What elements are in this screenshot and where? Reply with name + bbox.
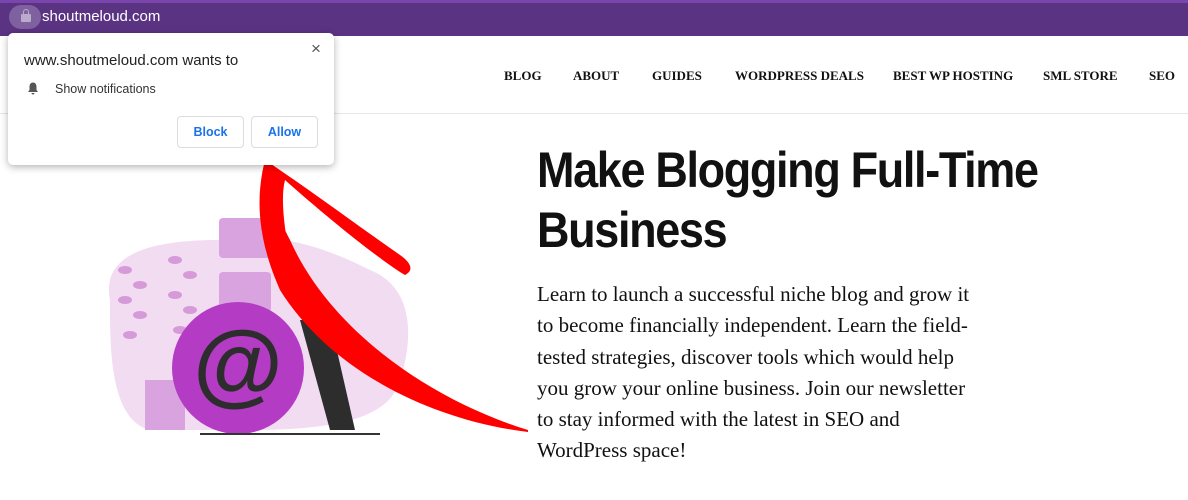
block-button[interactable]: Block <box>177 116 244 148</box>
hero-description: Learn to launch a successful niche blog … <box>537 282 970 463</box>
hero-title: Make Blogging Full-Time Business <box>537 142 1039 258</box>
svg-text:@: @ <box>193 313 283 415</box>
notification-permission-popup: www.shoutmeloud.com wants to × Show noti… <box>8 33 334 165</box>
permission-text: Show notifications <box>55 82 156 96</box>
popup-title: www.shoutmeloud.com wants to <box>24 52 239 69</box>
allow-button[interactable]: Allow <box>251 116 318 148</box>
close-icon[interactable]: × <box>311 39 321 59</box>
bell-icon <box>28 82 38 95</box>
